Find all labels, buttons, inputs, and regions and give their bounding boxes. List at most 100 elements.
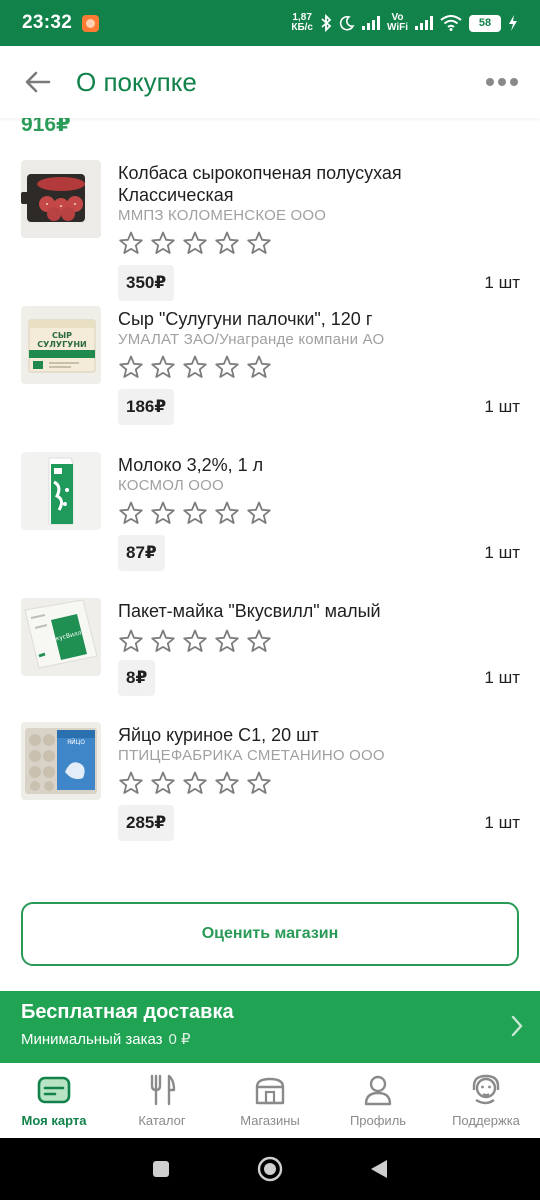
item-quantity: 1 шт	[484, 543, 520, 562]
price-row: 87₽ 1 шт	[118, 535, 520, 571]
charging-icon	[509, 15, 517, 31]
star-icon[interactable]	[118, 230, 144, 256]
star-icon[interactable]	[118, 770, 144, 796]
signal-icon	[361, 16, 380, 30]
star-icon[interactable]	[246, 354, 272, 380]
nav-support[interactable]: Поддержка	[432, 1063, 540, 1138]
eggs-thumb: ЯЙЦО	[21, 722, 101, 800]
purchase-items-list: Колбаса сырокопченая полусухая Классичес…	[0, 150, 540, 858]
star-icon[interactable]	[118, 354, 144, 380]
star-icon[interactable]	[150, 770, 176, 796]
item-price: 87₽	[118, 535, 165, 571]
back-button[interactable]	[0, 46, 76, 118]
star-icon[interactable]	[150, 230, 176, 256]
item-info: Сыр "Сулугуни палочки", 120 г УМАЛАТ ЗАО…	[118, 308, 518, 380]
wifi-icon	[440, 15, 462, 31]
item-name: Колбаса сырокопченая полусухая Классичес…	[118, 163, 402, 205]
network-speed: 1,87 КБ/с	[291, 12, 313, 33]
item-quantity: 1 шт	[484, 397, 520, 416]
profile-icon	[364, 1075, 392, 1106]
status-icons: 1,87 КБ/с Vo WiFi 58	[291, 13, 518, 33]
back-triangle-icon[interactable]	[369, 1158, 389, 1180]
signal-icon-2	[415, 16, 433, 30]
list-item[interactable]: Молоко 3,2%, 1 л КОСМОЛ ООО 87₽ 1 шт	[0, 442, 540, 588]
star-icon[interactable]	[182, 500, 208, 526]
star-icon[interactable]	[150, 354, 176, 380]
delivery-subtitle: Минимальный заказ 0 ₽	[21, 1031, 191, 1048]
list-item[interactable]: ВкусВилл Пакет-майка "Вкусвилл" малый 8₽…	[0, 588, 540, 712]
star-icon[interactable]	[214, 230, 240, 256]
nav-my-card[interactable]: Моя карта	[0, 1063, 108, 1138]
item-manufacturer: ММПЗ КОЛОМЕНСКОЕ ООО	[118, 207, 327, 224]
bottom-navigation: Моя карта Каталог Магазины Профиль Подде…	[0, 1063, 540, 1138]
price-row: 186₽ 1 шт	[118, 389, 520, 425]
star-icon[interactable]	[150, 500, 176, 526]
store-icon	[255, 1077, 285, 1105]
nav-catalog[interactable]: Каталог	[108, 1063, 216, 1138]
rating-stars[interactable]	[118, 230, 518, 256]
star-icon[interactable]	[214, 354, 240, 380]
cheese-thumb: СЫР СУЛУГУНИ	[21, 306, 101, 384]
star-icon[interactable]	[182, 354, 208, 380]
star-icon[interactable]	[182, 770, 208, 796]
item-price: 8₽	[118, 660, 156, 696]
star-icon[interactable]	[118, 628, 144, 654]
chevron-right-icon	[511, 1015, 523, 1037]
item-manufacturer: УМАЛАТ ЗАО/Унагранде компани АО	[118, 331, 385, 348]
star-icon[interactable]	[214, 770, 240, 796]
list-item[interactable]: Колбаса сырокопченая полусухая Классичес…	[0, 150, 540, 301]
free-delivery-banner[interactable]: Бесплатная доставка Минимальный заказ 0 ₽	[0, 991, 540, 1063]
star-icon[interactable]	[118, 500, 144, 526]
star-icon[interactable]	[150, 628, 176, 654]
page-title: О покупке	[76, 66, 197, 97]
svg-text:ЯЙЦО: ЯЙЦО	[67, 739, 85, 746]
star-icon[interactable]	[214, 500, 240, 526]
app-header: О покупке	[0, 46, 540, 118]
card-icon	[37, 1076, 71, 1104]
vowifi-label: Vo WiFi	[386, 12, 408, 33]
item-manufacturer: ПТИЦЕФАБРИКА СМЕТАНИНО ООО	[118, 747, 385, 764]
star-icon[interactable]	[214, 628, 240, 654]
app-notification-icon	[82, 14, 100, 32]
rating-stars[interactable]	[118, 354, 518, 380]
price-row: 8₽ 1 шт	[118, 660, 520, 696]
star-icon[interactable]	[182, 230, 208, 256]
support-icon	[472, 1074, 500, 1105]
item-quantity: 1 шт	[484, 813, 520, 832]
item-info: Колбаса сырокопченая полусухая Классичес…	[118, 162, 518, 256]
item-price: 186₽	[118, 389, 175, 425]
item-name: Яйцо куриное С1, 20 шт	[118, 725, 319, 745]
min-order-value: 0 ₽	[168, 1031, 191, 1048]
bag-thumb: ВкусВилл	[21, 598, 101, 676]
svg-text:СУЛУГУНИ: СУЛУГУНИ	[37, 340, 87, 349]
star-icon[interactable]	[246, 500, 272, 526]
list-item[interactable]: СЫР СУЛУГУНИ Сыр "Сулугуни палочки", 120…	[0, 296, 540, 442]
battery-icon: 58	[469, 14, 501, 32]
nav-profile[interactable]: Профиль	[324, 1063, 432, 1138]
star-icon[interactable]	[246, 628, 272, 654]
svg-text:СЫР: СЫР	[52, 331, 72, 340]
more-menu-button[interactable]	[464, 46, 540, 118]
star-icon[interactable]	[246, 770, 272, 796]
nav-stores[interactable]: Магазины	[216, 1063, 324, 1138]
item-info: Пакет-майка "Вкусвилл" малый	[118, 600, 518, 654]
arrow-left-icon	[25, 71, 51, 93]
home-icon[interactable]	[257, 1156, 283, 1182]
item-name: Молоко 3,2%, 1 л	[118, 455, 264, 475]
system-navigation-bar	[0, 1138, 540, 1200]
item-name: Пакет-майка "Вкусвилл" малый	[118, 601, 381, 621]
star-icon[interactable]	[246, 230, 272, 256]
star-icon[interactable]	[182, 628, 208, 654]
item-manufacturer: КОСМОЛ ООО	[118, 477, 224, 494]
rate-store-button[interactable]: Оценить магазин	[21, 902, 519, 966]
list-item[interactable]: ЯЙЦО Яйцо куриное С1, 20 шт ПТИЦЕФАБРИКА…	[0, 712, 540, 858]
rating-stars[interactable]	[118, 500, 518, 526]
moon-icon	[339, 15, 355, 31]
price-row: 285₽ 1 шт	[118, 805, 520, 841]
rating-stars[interactable]	[118, 770, 518, 796]
rating-stars[interactable]	[118, 628, 518, 654]
status-bar: 23:32 1,87 КБ/с Vo WiFi 58	[0, 0, 540, 46]
item-price: 285₽	[118, 805, 175, 841]
recents-icon[interactable]	[151, 1159, 171, 1179]
item-quantity: 1 шт	[484, 668, 520, 687]
